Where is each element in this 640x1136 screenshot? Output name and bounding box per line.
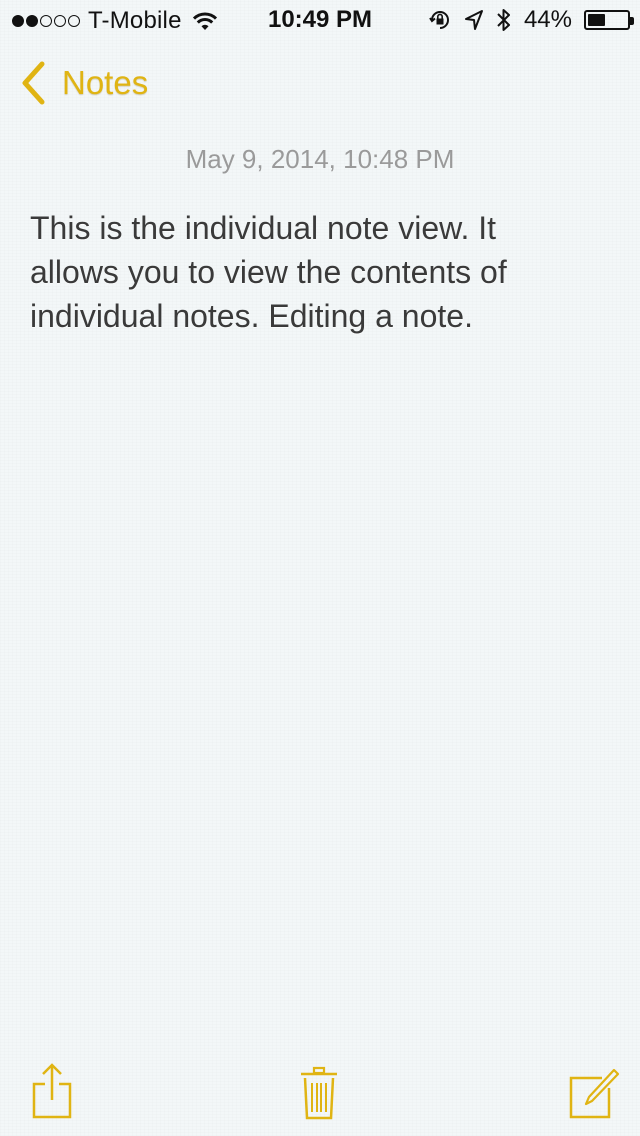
note-date: May 9, 2014, 10:48 PM [185,144,455,174]
compose-button[interactable] [568,1068,620,1120]
location-arrow-icon [464,10,483,30]
status-right: 44% [428,6,634,34]
trash-button[interactable] [300,1066,338,1120]
orientation-lock-icon [429,11,449,29]
back-button-label: Notes [62,64,149,101]
chevron-left-icon [22,61,45,105]
share-button[interactable] [30,1062,74,1120]
compose-icon [569,1068,620,1119]
note-line: allows you to view the contents of [30,254,507,290]
note-body[interactable]: This is the individual note view. It all… [30,206,610,338]
share-icon [32,1063,72,1119]
battery-level [588,14,605,26]
back-button[interactable]: Notes [18,60,148,106]
notes-screen: T-Mobile 10:49 PM 44% Notes May 9, 2014,… [0,0,640,1136]
status-bar: T-Mobile 10:49 PM 44% [0,0,640,40]
trash-icon [301,1066,337,1120]
battery-tip [630,17,634,25]
battery-icon [584,10,634,30]
note-line: individual notes. Editing a note. [30,298,473,334]
bluetooth-icon [497,9,510,31]
note-line: This is the individual note view. It [30,210,497,246]
battery-percent: 44% [523,6,572,33]
